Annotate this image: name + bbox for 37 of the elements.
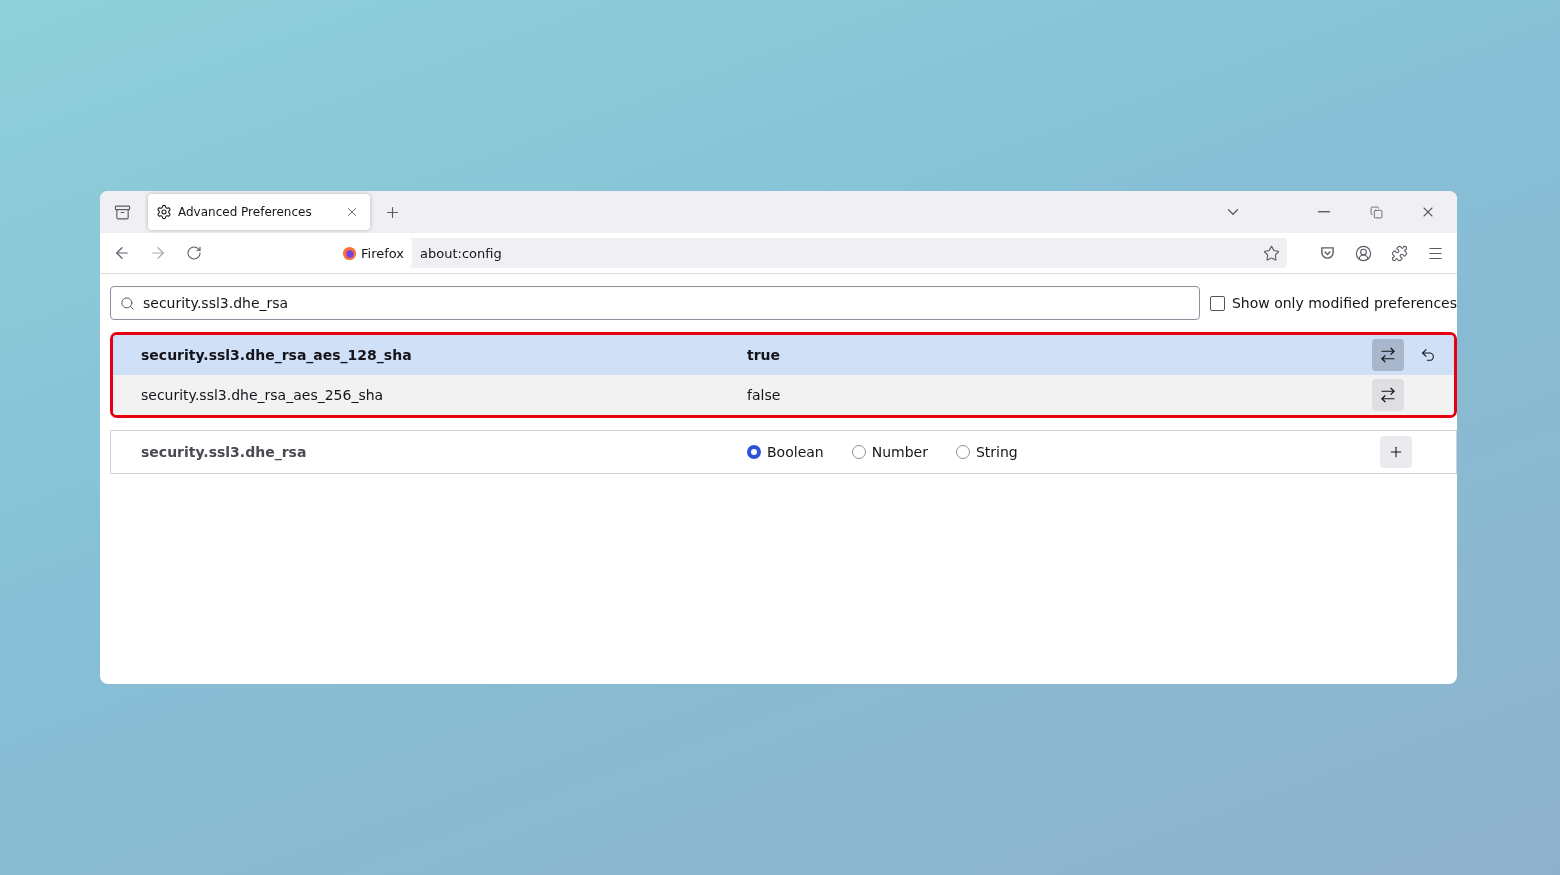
gear-icon	[156, 204, 172, 220]
plus-icon	[1388, 444, 1404, 460]
new-preference-name: security.ssl3.dhe_rsa	[141, 444, 308, 460]
search-icon	[120, 296, 135, 311]
url-text: about:config	[420, 245, 503, 261]
search-field[interactable]: security.ssl3.dhe_rsa	[110, 286, 1200, 320]
reload-icon	[186, 245, 202, 261]
preference-name: security.ssl3.dhe_rsa_aes_256_sha	[141, 387, 385, 403]
browser-logo-icon	[342, 245, 357, 261]
type-radio[interactable]: Boolean	[747, 444, 824, 460]
add-button[interactable]	[1380, 436, 1412, 468]
toggle-button[interactable]	[1372, 339, 1404, 371]
address-bar[interactable]: Firefox about:config	[334, 238, 1287, 268]
close-icon	[345, 205, 359, 219]
minimize-icon	[1318, 211, 1330, 213]
modified-filter-checkbox[interactable]: Show only modified preferences	[1209, 295, 1457, 311]
forward-arrow-icon	[149, 244, 167, 262]
type-radio[interactable]: Number	[851, 444, 928, 460]
swap-arrows-icon	[1379, 346, 1397, 364]
swap-arrows-icon	[1379, 386, 1397, 404]
puzzle-icon	[1390, 244, 1408, 262]
preference-row[interactable]: security.ssl3.dhe_rsa_aes_256_sha false	[113, 375, 1454, 415]
preference-row[interactable]: security.ssl3.dhe_rsa_aes_128_sha true	[113, 335, 1454, 375]
preference-value: true	[747, 347, 782, 363]
user-icon	[1354, 244, 1372, 262]
tab-title: Advanced Preferences	[178, 205, 313, 219]
preference-name: security.ssl3.dhe_rsa_aes_128_sha	[141, 347, 413, 363]
toggle-button[interactable]	[1372, 379, 1404, 411]
browser-tab[interactable]: Advanced Preferences	[148, 194, 370, 230]
tray-icon	[113, 203, 131, 221]
star-icon	[1262, 244, 1280, 262]
type-radio[interactable]: String	[955, 444, 1018, 460]
undo-arrow-icon	[1420, 347, 1436, 363]
identity-badge[interactable]: Firefox	[334, 238, 413, 268]
pocket-icon	[1319, 246, 1335, 260]
preference-value: false	[747, 387, 782, 403]
restore-icon	[1369, 205, 1383, 219]
